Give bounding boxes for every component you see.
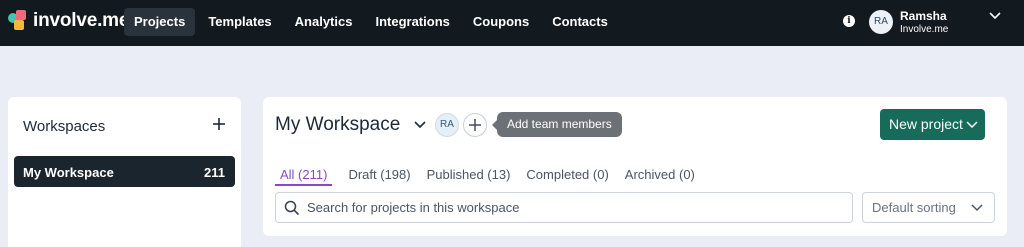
search-icon bbox=[284, 200, 300, 216]
search-input[interactable] bbox=[307, 193, 847, 222]
chevron-down-icon[interactable] bbox=[413, 119, 427, 131]
user-name[interactable]: Ramsha bbox=[900, 9, 947, 23]
top-navbar: involve.me Projects Templates Analytics … bbox=[0, 0, 1024, 46]
brand-name: involve.me bbox=[33, 10, 130, 31]
member-avatar[interactable]: RA bbox=[435, 113, 459, 137]
nav-item-analytics[interactable]: Analytics bbox=[285, 8, 363, 36]
nav-item-contacts[interactable]: Contacts bbox=[542, 8, 618, 36]
tab-all[interactable]: All (211) bbox=[275, 167, 333, 186]
sidebar-item-my-workspace[interactable]: My Workspace 211 bbox=[14, 156, 235, 187]
nav-item-integrations[interactable]: Integrations bbox=[365, 8, 459, 36]
sidebar-title: Workspaces bbox=[23, 118, 106, 135]
plus-icon bbox=[469, 119, 481, 131]
status-filter-tabs: All (211) Draft (198) Published (13) Com… bbox=[275, 167, 711, 186]
workspaces-sidebar: Workspaces My Workspace 211 bbox=[8, 97, 241, 247]
user-avatar[interactable]: RA bbox=[869, 10, 893, 34]
workspace-title[interactable]: My Workspace bbox=[275, 114, 400, 136]
workspace-name: My Workspace bbox=[23, 165, 114, 180]
new-project-button[interactable]: New project bbox=[880, 109, 985, 140]
main-nav: Projects Templates Analytics Integration… bbox=[124, 8, 621, 36]
info-icon[interactable]: i bbox=[843, 15, 855, 27]
add-workspace-icon[interactable] bbox=[211, 116, 227, 132]
tab-published[interactable]: Published (13) bbox=[427, 167, 511, 186]
chevron-down-icon[interactable] bbox=[988, 10, 1002, 22]
nav-item-projects[interactable]: Projects bbox=[124, 8, 196, 36]
brand-logo[interactable]: involve.me bbox=[8, 10, 129, 32]
chevron-down-icon bbox=[971, 204, 983, 212]
nav-item-coupons[interactable]: Coupons bbox=[463, 8, 539, 36]
user-org: Involve.me bbox=[900, 24, 949, 35]
sort-dropdown[interactable]: Default sorting bbox=[862, 192, 995, 223]
chevron-down-icon bbox=[966, 121, 978, 129]
add-member-button[interactable] bbox=[463, 113, 487, 137]
new-project-label: New project bbox=[889, 116, 963, 132]
workspace-count: 211 bbox=[204, 165, 225, 180]
search-box bbox=[275, 192, 853, 223]
sort-selected: Default sorting bbox=[872, 200, 956, 215]
logo-icon bbox=[8, 10, 30, 32]
tab-archived[interactable]: Archived (0) bbox=[625, 167, 695, 186]
workspace-panel: My Workspace RA Add team members New pro… bbox=[263, 97, 1007, 236]
tooltip: Add team members bbox=[492, 112, 622, 137]
tab-draft[interactable]: Draft (198) bbox=[348, 167, 410, 186]
nav-item-templates[interactable]: Templates bbox=[198, 8, 281, 36]
tab-completed[interactable]: Completed (0) bbox=[526, 167, 608, 186]
